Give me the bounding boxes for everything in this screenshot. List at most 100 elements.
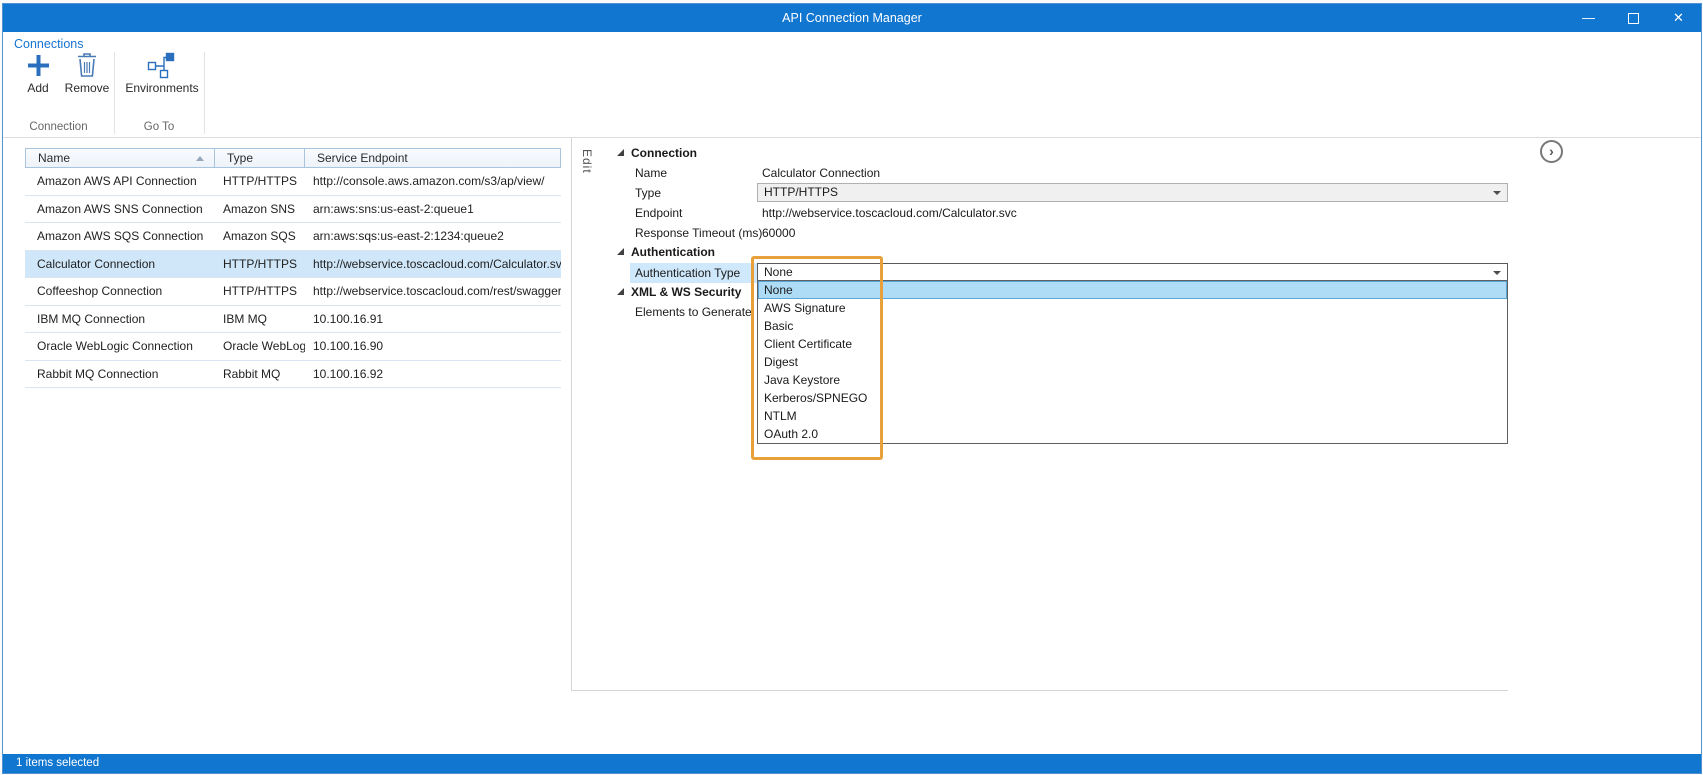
dropdown-option[interactable]: None [758, 281, 1507, 299]
grid-header: Name Type Service Endpoint [25, 148, 561, 168]
chevron-down-icon [1493, 271, 1501, 275]
cell-endpoint: http://webservice.toscacloud.com/rest/sw… [305, 284, 561, 298]
group-header-label: XML & WS Security [631, 285, 741, 299]
column-header-type-label: Type [227, 151, 253, 165]
table-row[interactable]: Oracle WebLogic Connection Oracle WebLog… [25, 333, 561, 361]
cell-name: Coffeeshop Connection [25, 284, 215, 298]
titlebar[interactable]: API Connection Manager — ✕ [3, 4, 1701, 32]
minimize-button[interactable]: — [1566, 4, 1611, 32]
ribbon-group-connection-label: Connection [3, 121, 114, 133]
add-button-label: Add [27, 81, 48, 95]
property-label: Type [635, 186, 661, 200]
column-header-name-label: Name [38, 151, 70, 165]
window-controls: — ✕ [1566, 4, 1701, 32]
edit-panel-bottom-border [571, 690, 1508, 691]
expander-icon [617, 149, 624, 156]
cell-type: IBM MQ [215, 312, 305, 326]
column-header-name[interactable]: Name [25, 148, 215, 168]
expander-icon [617, 248, 624, 255]
maximize-icon [1628, 13, 1639, 24]
property-row-name: Name Calculator Connection [612, 163, 1508, 183]
property-row-endpoint: Endpoint http://webservice.toscacloud.co… [612, 203, 1508, 223]
dropdown-option[interactable]: Basic [758, 317, 1507, 335]
dropdown-option[interactable]: Digest [758, 353, 1507, 371]
dropdown-option[interactable]: Java Keystore [758, 371, 1507, 389]
add-button[interactable]: Add [15, 52, 61, 95]
dropdown-option[interactable]: Kerberos/SPNEGO [758, 389, 1507, 407]
close-button[interactable]: ✕ [1656, 4, 1701, 32]
cell-endpoint: http://webservice.toscacloud.com/Calcula… [305, 257, 561, 271]
tab-connections[interactable]: Connections [14, 37, 84, 51]
environments-icon [147, 52, 177, 79]
table-row-selected[interactable]: Calculator Connection HTTP/HTTPS http://… [25, 251, 561, 279]
dropdown-option[interactable]: NTLM [758, 407, 1507, 425]
column-header-endpoint-label: Service Endpoint [317, 151, 408, 165]
cell-name: Amazon AWS API Connection [25, 174, 215, 188]
status-bar: 1 items selected [3, 754, 1701, 773]
dropdown-option[interactable]: OAuth 2.0 [758, 425, 1507, 443]
table-row[interactable]: Amazon AWS SNS Connection Amazon SNS arn… [25, 196, 561, 224]
auth-type-combobox-value: None [764, 265, 793, 279]
property-label: Elements to Generate [635, 305, 752, 319]
cell-endpoint: 10.100.16.91 [305, 312, 561, 326]
chevron-down-icon [1493, 191, 1501, 195]
environments-button[interactable]: Environments [119, 52, 205, 95]
connections-list: Amazon AWS API Connection HTTP/HTTPS htt… [25, 168, 561, 388]
name-value-field[interactable]: Calculator Connection [762, 166, 880, 180]
property-label: Authentication Type [635, 266, 740, 280]
environments-button-label: Environments [125, 81, 198, 95]
cell-type: Amazon SNS [215, 202, 305, 216]
cell-type: Rabbit MQ [215, 367, 305, 381]
cell-endpoint: 10.100.16.92 [305, 367, 561, 381]
type-combobox-value: HTTP/HTTPS [764, 185, 838, 199]
dropdown-option[interactable]: Client Certificate [758, 335, 1507, 353]
table-row[interactable]: Rabbit MQ Connection Rabbit MQ 10.100.16… [25, 361, 561, 389]
status-text: 1 items selected [16, 757, 99, 769]
property-row-timeout: Response Timeout (ms) 60000 [612, 223, 1508, 243]
property-label: Name [635, 166, 667, 180]
cell-endpoint: arn:aws:sns:us-east-2:queue1 [305, 202, 561, 216]
remove-button[interactable]: Remove [61, 52, 113, 95]
group-header-label: Connection [631, 146, 697, 160]
cell-type: HTTP/HTTPS [215, 284, 305, 298]
maximize-button[interactable] [1611, 4, 1656, 32]
expander-icon [617, 288, 624, 295]
type-combobox[interactable]: HTTP/HTTPS [757, 183, 1508, 202]
cell-type: Amazon SQS [215, 229, 305, 243]
timeout-value-field[interactable]: 60000 [762, 226, 795, 240]
table-row[interactable]: Coffeeshop Connection HTTP/HTTPS http://… [25, 278, 561, 306]
column-header-type[interactable]: Type [215, 148, 305, 168]
group-header-authentication[interactable]: Authentication [612, 243, 1508, 262]
sort-ascending-icon [196, 156, 204, 161]
cell-name: Rabbit MQ Connection [25, 367, 215, 381]
cell-name: IBM MQ Connection [25, 312, 215, 326]
property-label: Response Timeout (ms) [635, 226, 762, 240]
group-header-connection[interactable]: Connection [612, 144, 1508, 163]
table-row[interactable]: Amazon AWS API Connection HTTP/HTTPS htt… [25, 168, 561, 196]
cell-name: Amazon AWS SNS Connection [25, 202, 215, 216]
edit-panel-tab[interactable]: Edit [580, 149, 594, 174]
property-label: Endpoint [635, 206, 682, 220]
endpoint-value-field[interactable]: http://webservice.toscacloud.com/Calcula… [762, 206, 1017, 220]
property-row-type: Type HTTP/HTTPS [612, 183, 1508, 203]
close-icon: ✕ [1673, 10, 1684, 25]
cell-endpoint: http://console.aws.amazon.com/s3/ap/view… [305, 174, 561, 188]
dropdown-option[interactable]: AWS Signature [758, 299, 1507, 317]
window-title: API Connection Manager [3, 4, 1701, 32]
pane-splitter[interactable] [571, 137, 572, 690]
minimize-icon: — [1582, 10, 1595, 25]
auth-type-dropdown-list: None AWS Signature Basic Client Certific… [757, 280, 1508, 444]
screenshot-stage: API Connection Manager — ✕ Connections A… [0, 0, 1703, 775]
ribbon-group-separator [204, 52, 205, 134]
cell-type: HTTP/HTTPS [215, 257, 305, 271]
add-icon [25, 52, 52, 79]
table-row[interactable]: IBM MQ Connection IBM MQ 10.100.16.91 [25, 306, 561, 334]
table-row[interactable]: Amazon AWS SQS Connection Amazon SQS arn… [25, 223, 561, 251]
cell-name: Amazon AWS SQS Connection [25, 229, 215, 243]
collapse-panel-button[interactable]: › [1540, 140, 1563, 163]
cell-type: HTTP/HTTPS [215, 174, 305, 188]
app-window: API Connection Manager — ✕ Connections A… [2, 3, 1702, 774]
ribbon-group-goto-label: Go To [114, 121, 204, 133]
column-header-endpoint[interactable]: Service Endpoint [305, 148, 561, 168]
cell-endpoint: 10.100.16.90 [305, 339, 561, 353]
